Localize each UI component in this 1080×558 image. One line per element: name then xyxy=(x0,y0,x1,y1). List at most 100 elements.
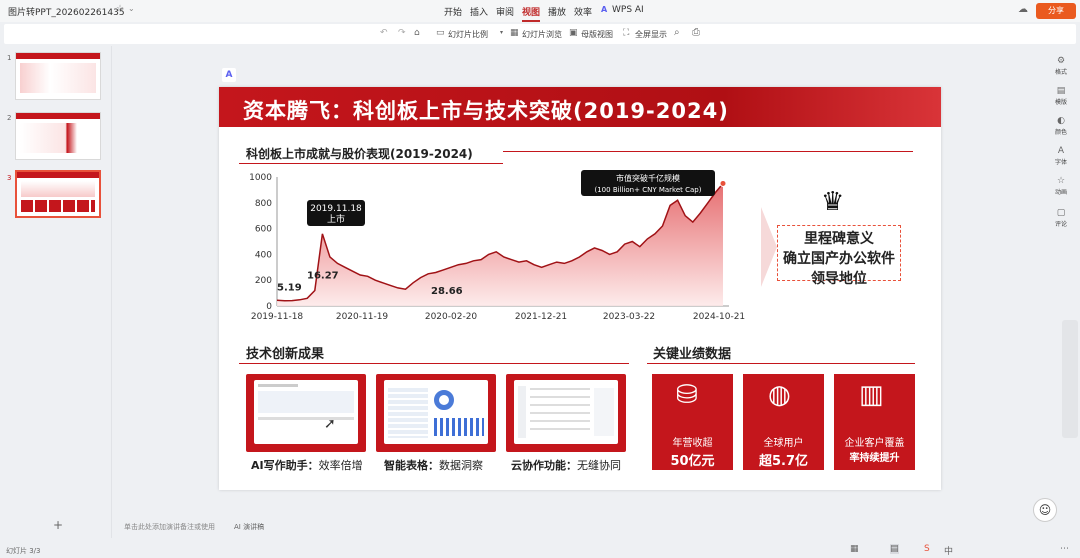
color-panel-button[interactable]: ◐ 颜色 xyxy=(1046,116,1076,136)
fullscreen-icon: ⛶ xyxy=(623,28,630,38)
chevron-down-icon[interactable]: ▾ xyxy=(500,29,503,36)
x-tick-label: 2020-02-20 xyxy=(425,312,478,322)
stat-label: 年营收超 xyxy=(672,438,713,449)
print-icon[interactable]: ⎙ xyxy=(692,27,700,38)
tech-section-title: 技术创新成果 xyxy=(246,347,325,362)
search-icon[interactable]: ⌕ xyxy=(674,27,680,38)
template-panel-button[interactable]: ▤ 模版 xyxy=(1046,86,1076,106)
chevron-down-icon[interactable]: ⌄ xyxy=(128,4,135,13)
add-slide-icon[interactable]: + xyxy=(53,518,63,532)
tab-efficiency[interactable]: 效率 xyxy=(574,5,592,18)
font-icon: A xyxy=(1057,146,1065,156)
redo-icon[interactable]: ↷ xyxy=(398,28,406,38)
more-icon[interactable]: ⋯ xyxy=(1060,544,1069,554)
stat-users[interactable]: ◍ 全球用户 超5.7亿 xyxy=(743,374,824,470)
rightbar-label: 模版 xyxy=(1054,99,1067,106)
fullscreen-button[interactable]: 全屏显示 xyxy=(635,29,667,40)
tab-insert[interactable]: 插入 xyxy=(470,5,488,18)
y-tick-label: 800 xyxy=(255,199,272,209)
cloud-icon[interactable]: ☁ xyxy=(1018,4,1028,15)
file-name: 图片转PPT_202602261435 xyxy=(8,8,125,18)
ratio-icon: ▭ xyxy=(436,28,445,38)
slide-browse-button[interactable]: 幻灯片浏览 xyxy=(522,29,562,40)
gear-icon: ⚙ xyxy=(1056,56,1066,66)
tech-card-ai-writing[interactable]: ➚ xyxy=(246,374,366,452)
callout-text: 市值突破千亿规模 xyxy=(616,173,680,183)
caption-bold: 云协作功能： xyxy=(511,459,577,472)
stat-value: 超5.7亿 xyxy=(758,454,809,469)
title-bar: 图片转PPT_202602261435 ☆ ⌄ 开始 插入 审阅 视图 播放 效… xyxy=(0,0,1080,22)
share-button[interactable]: 分享 xyxy=(1036,3,1076,19)
rightbar-label: 颜色 xyxy=(1054,129,1067,136)
stat-revenue[interactable]: ⛁ 年营收超 50亿元 xyxy=(652,374,733,470)
peak-marker xyxy=(719,179,727,187)
y-tick-label: 600 xyxy=(255,225,272,235)
slide-thumbnail-1[interactable] xyxy=(15,52,101,100)
caption-text: 无缝协同 xyxy=(577,459,621,472)
wps-ai-icon: A xyxy=(601,5,608,14)
star-icon[interactable]: ☆ xyxy=(116,4,124,14)
format-panel-button[interactable]: ⚙ 格式 xyxy=(1046,56,1076,76)
slide-thumbnail-2[interactable] xyxy=(15,112,101,160)
ime-icon[interactable]: 中 xyxy=(944,544,953,557)
y-tick-label: 400 xyxy=(255,250,272,260)
tab-start[interactable]: 开始 xyxy=(444,5,462,18)
slide-thumbnail-panel: 1 2 3 + xyxy=(0,46,112,538)
stat-label: 企业客户覆盖 xyxy=(844,438,905,449)
floating-tools[interactable] xyxy=(1062,320,1078,438)
y-tick-label: 200 xyxy=(255,276,272,286)
arrow-shape xyxy=(759,207,779,287)
ai-badge-icon[interactable]: A xyxy=(222,68,236,82)
tech-caption-1: AI写作助手：效率倍增 xyxy=(251,457,363,473)
tech-card-cloud-collab[interactable] xyxy=(506,374,626,452)
notes-hint[interactable]: 单击此处添加演讲备注或使用 xyxy=(124,522,215,532)
x-tick-label: 2021-12-21 xyxy=(515,312,567,322)
x-tick-label: 2020-11-19 xyxy=(336,312,389,322)
comment-panel-button[interactable]: ▢ 评论 xyxy=(1046,208,1076,228)
slide-canvas[interactable]: 资本腾飞：科创板上市与技术突破(2019-2024) A 科创板上市成就与股价表… xyxy=(219,68,941,490)
tech-caption-2: 智能表格：数据洞察 xyxy=(384,457,483,473)
slide-ratio-button[interactable]: 幻灯片比例 xyxy=(448,29,488,40)
tech-card-smart-sheet[interactable] xyxy=(376,374,496,452)
slide-thumbnail-3[interactable] xyxy=(15,170,101,218)
star-icon: ☆ xyxy=(1056,176,1066,186)
performance-section-title: 关键业绩数据 xyxy=(653,347,732,362)
callout-text: (100 Billion+ CNY Market Cap) xyxy=(595,186,702,194)
stat-value: 50亿元 xyxy=(670,454,715,469)
data-label: 16.27 xyxy=(307,271,339,282)
assistant-avatar-icon[interactable]: ☺ xyxy=(1033,498,1057,522)
milestone-box[interactable]: 里程碑意义 确立国产办公软件 领导地位 xyxy=(777,225,901,287)
rightbar-label: 字体 xyxy=(1054,159,1067,166)
rightbar-label: 动画 xyxy=(1054,189,1067,196)
tab-view[interactable]: 视图 xyxy=(522,5,541,22)
caption-text: 数据洞察 xyxy=(439,459,483,472)
section-divider xyxy=(239,163,503,164)
stat-value: 率持续提升 xyxy=(849,453,900,464)
data-label: 5.19 xyxy=(277,282,302,293)
ai-notes-button[interactable]: AI 演讲稿 xyxy=(234,522,264,532)
format-painter-icon[interactable]: ⌂ xyxy=(414,28,420,38)
right-sidebar: ⚙ 格式 ▤ 模版 ◐ 颜色 A 字体 ☆ 动画 ▢ 评论 xyxy=(1046,52,1076,240)
master-view-button[interactable]: 母版视图 xyxy=(581,29,613,40)
thumb-number: 3 xyxy=(7,174,12,182)
caption-bold: 智能表格： xyxy=(384,459,439,472)
section-divider xyxy=(503,151,913,152)
tab-play[interactable]: 播放 xyxy=(548,5,566,18)
tab-wps-ai[interactable]: WPS AI xyxy=(612,5,644,15)
caption-bold: AI写作助手： xyxy=(251,459,319,472)
title-banner: 资本腾飞：科创板上市与技术突破(2019-2024) xyxy=(219,87,941,127)
font-panel-button[interactable]: A 字体 xyxy=(1046,146,1076,166)
tab-review[interactable]: 审阅 xyxy=(496,5,514,18)
view-normal-icon[interactable]: ▦ xyxy=(850,544,859,554)
cursor-icon: ➚ xyxy=(324,416,336,432)
stat-enterprise[interactable]: ▥ 企业客户覆盖 率持续提升 xyxy=(834,374,915,470)
animation-panel-button[interactable]: ☆ 动画 xyxy=(1046,176,1076,196)
view-reading-icon[interactable]: ▤ xyxy=(890,544,899,554)
slide-counter: 幻灯片 3/3 xyxy=(6,547,41,555)
thumb-number: 1 xyxy=(7,54,12,62)
milestone-line1: 里程碑意义 xyxy=(804,231,874,247)
y-tick-label: 0 xyxy=(266,302,272,312)
undo-icon[interactable]: ↶ xyxy=(380,28,388,38)
wps-s-icon[interactable]: S xyxy=(924,544,930,554)
callout-text: 上市 xyxy=(327,213,345,225)
